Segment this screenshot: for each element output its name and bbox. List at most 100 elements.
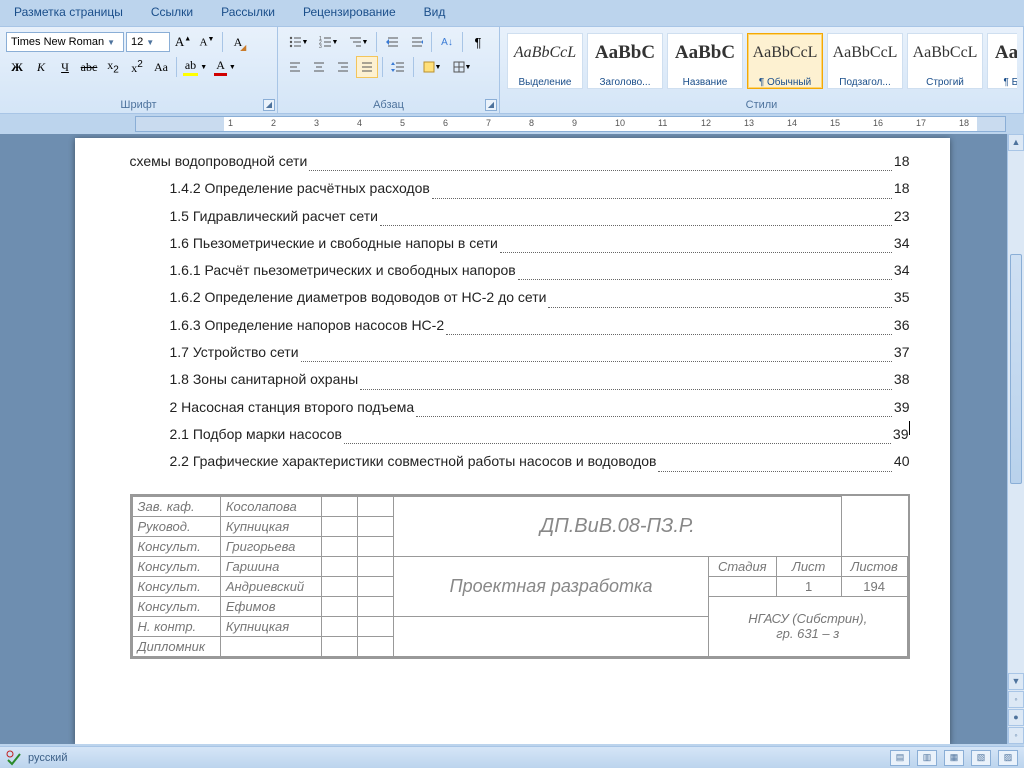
tb-h-sheet: Лист bbox=[776, 556, 841, 576]
tb-role: Консульт. bbox=[132, 556, 220, 576]
borders-button[interactable]: ▼ bbox=[448, 56, 476, 78]
shading-button[interactable]: ▼ bbox=[418, 56, 446, 78]
view-draft-button[interactable]: ▨ bbox=[998, 750, 1018, 766]
tb-h-sheets: Листов bbox=[841, 556, 907, 576]
change-case-button[interactable]: Aa bbox=[150, 56, 172, 78]
tb-role: Зав. каф. bbox=[132, 496, 220, 516]
tb-v-sheets: 194 bbox=[841, 576, 907, 596]
table-of-contents: схемы водопроводной сети 181.4.2 Определ… bbox=[130, 148, 910, 476]
tb-title: Проектная разработка bbox=[394, 556, 709, 616]
tb-role: Руковод. bbox=[132, 516, 220, 536]
clear-formatting-button[interactable]: A◢ bbox=[227, 31, 249, 53]
style-item-5[interactable]: AaBbCcLСтрогий bbox=[907, 33, 983, 89]
view-full-screen-button[interactable]: ▥ bbox=[917, 750, 937, 766]
toc-line[interactable]: 2.2 Графические характеристики совместно… bbox=[130, 448, 910, 475]
font-dialog-launcher[interactable]: ◢ bbox=[263, 99, 275, 111]
superscript-button[interactable]: x2 bbox=[126, 56, 148, 78]
tab-mailings[interactable]: Рассылки bbox=[207, 2, 289, 22]
tab-references[interactable]: Ссылки bbox=[137, 2, 207, 22]
tb-name: Григорьева bbox=[220, 536, 321, 556]
toc-line[interactable]: 1.6 Пьезометрические и свободные напоры … bbox=[130, 230, 910, 257]
style-item-4[interactable]: AaBbCcLПодзагол... bbox=[827, 33, 903, 89]
highlight-color-button[interactable]: ab▼ bbox=[181, 56, 209, 78]
toc-line[interactable]: 1.6.3 Определение напоров насосов НС-236 bbox=[130, 312, 910, 339]
toc-line[interactable]: схемы водопроводной сети 18 bbox=[130, 148, 910, 175]
paragraph-dialog-launcher[interactable]: ◢ bbox=[485, 99, 497, 111]
tb-date bbox=[358, 496, 394, 516]
next-page-button[interactable]: ◦ bbox=[1008, 727, 1024, 744]
italic-button[interactable]: К bbox=[30, 56, 52, 78]
multilevel-list-button[interactable]: ▼ bbox=[344, 31, 372, 53]
tb-role: Дипломник bbox=[132, 636, 220, 656]
numbering-button[interactable]: 123▼ bbox=[314, 31, 342, 53]
toc-line[interactable]: 2 Насосная станция второго подъема39 bbox=[130, 394, 910, 421]
style-item-2[interactable]: AaBbCНазвание bbox=[667, 33, 743, 89]
browse-object-button[interactable]: ● bbox=[1008, 709, 1024, 726]
tb-org: НГАСУ (Сибстрин), гр. 631 – з bbox=[709, 596, 907, 656]
align-center-button[interactable] bbox=[308, 56, 330, 78]
vertical-scrollbar[interactable]: ▲ ▼ ◦ ● ◦ bbox=[1007, 134, 1024, 744]
tb-role: Консульт. bbox=[132, 596, 220, 616]
tab-page-layout[interactable]: Разметка страницы bbox=[0, 2, 137, 22]
tb-code: ДП.ВиВ.08-ПЗ.Р. bbox=[394, 496, 842, 556]
toc-line[interactable]: 2.1 Подбор марки насосов39 bbox=[130, 421, 910, 448]
group-font-label: Шрифт bbox=[6, 99, 271, 113]
tb-name: Косолапова bbox=[220, 496, 321, 516]
tb-role: Консульт. bbox=[132, 536, 220, 556]
toc-line[interactable]: 1.5 Гидравлический расчет сети23 bbox=[130, 203, 910, 230]
toc-line[interactable]: 1.8 Зоны санитарной охраны38 bbox=[130, 366, 910, 393]
scroll-down-button[interactable]: ▼ bbox=[1008, 673, 1024, 690]
align-left-button[interactable] bbox=[284, 56, 306, 78]
sort-button[interactable]: A↓ bbox=[436, 31, 458, 53]
language-indicator[interactable]: русский bbox=[28, 752, 67, 764]
ribbon: Times New Roman▼ 12▼ A▲ A▼ A◢ Ж К Ч abc … bbox=[0, 26, 1024, 114]
prev-page-button[interactable]: ◦ bbox=[1008, 691, 1024, 708]
view-web-layout-button[interactable]: ▦ bbox=[944, 750, 964, 766]
horizontal-ruler[interactable]: 12123456789101112131415161718 bbox=[135, 116, 1006, 132]
ribbon-tabs: Разметка страницы Ссылки Рассылки Реценз… bbox=[0, 0, 1024, 26]
font-name-value: Times New Roman bbox=[11, 36, 104, 48]
decrease-indent-button[interactable] bbox=[381, 31, 403, 53]
style-item-0[interactable]: AaBbCcLВыделение bbox=[507, 33, 583, 89]
style-item-3[interactable]: AaBbCcL¶ Обычный bbox=[747, 33, 823, 89]
font-color-button[interactable]: A▼ bbox=[211, 56, 239, 78]
tb-name bbox=[220, 636, 321, 656]
tab-view[interactable]: Вид bbox=[410, 2, 460, 22]
tb-v-stage bbox=[709, 576, 776, 596]
document-area: схемы водопроводной сети 181.4.2 Определ… bbox=[0, 134, 1024, 744]
font-name-combo[interactable]: Times New Roman▼ bbox=[6, 32, 124, 52]
toc-line[interactable]: 1.6.1 Расчёт пьезометрических и свободны… bbox=[130, 257, 910, 284]
tb-v-sheet: 1 bbox=[776, 576, 841, 596]
align-right-button[interactable] bbox=[332, 56, 354, 78]
show-marks-button[interactable]: ¶ bbox=[467, 31, 489, 53]
scroll-thumb[interactable] bbox=[1010, 254, 1022, 484]
style-item-1[interactable]: AaBbCЗаголово... bbox=[587, 33, 663, 89]
tb-role: Н. контр. bbox=[132, 616, 220, 636]
increase-indent-button[interactable] bbox=[405, 31, 427, 53]
group-paragraph: ▼ 123▼ ▼ A↓ ¶ ▼ ▼ bbox=[278, 27, 500, 113]
toc-line[interactable]: 1.4.2 Определение расчётных расходов18 bbox=[130, 175, 910, 202]
scroll-up-button[interactable]: ▲ bbox=[1008, 134, 1024, 151]
style-item-6[interactable]: AaBbC¶ Без инт bbox=[987, 33, 1017, 89]
document-page[interactable]: схемы водопроводной сети 181.4.2 Определ… bbox=[75, 138, 950, 744]
tb-name: Купницкая bbox=[220, 516, 321, 536]
tab-review[interactable]: Рецензирование bbox=[289, 2, 410, 22]
spellcheck-icon[interactable] bbox=[6, 750, 22, 766]
underline-button[interactable]: Ч bbox=[54, 56, 76, 78]
view-outline-button[interactable]: ▧ bbox=[971, 750, 991, 766]
bullets-button[interactable]: ▼ bbox=[284, 31, 312, 53]
grow-font-button[interactable]: A▲ bbox=[172, 31, 194, 53]
title-block: Зав. каф. Косолапова ДП.ВиВ.08-ПЗ.Р. Рук… bbox=[130, 494, 910, 659]
shrink-font-button[interactable]: A▼ bbox=[196, 31, 218, 53]
view-print-layout-button[interactable]: ▤ bbox=[890, 750, 910, 766]
toc-line[interactable]: 1.6.2 Определение диаметров водоводов от… bbox=[130, 284, 910, 311]
strike-button[interactable]: abc bbox=[78, 56, 100, 78]
group-styles-label: Стили bbox=[506, 99, 1017, 113]
subscript-button[interactable]: x2 bbox=[102, 56, 124, 78]
bold-button[interactable]: Ж bbox=[6, 56, 28, 78]
align-justify-button[interactable] bbox=[356, 56, 378, 78]
tb-name: Гаршина bbox=[220, 556, 321, 576]
line-spacing-button[interactable] bbox=[387, 56, 409, 78]
font-size-combo[interactable]: 12▼ bbox=[126, 32, 170, 52]
toc-line[interactable]: 1.7 Устройство сети37 bbox=[130, 339, 910, 366]
